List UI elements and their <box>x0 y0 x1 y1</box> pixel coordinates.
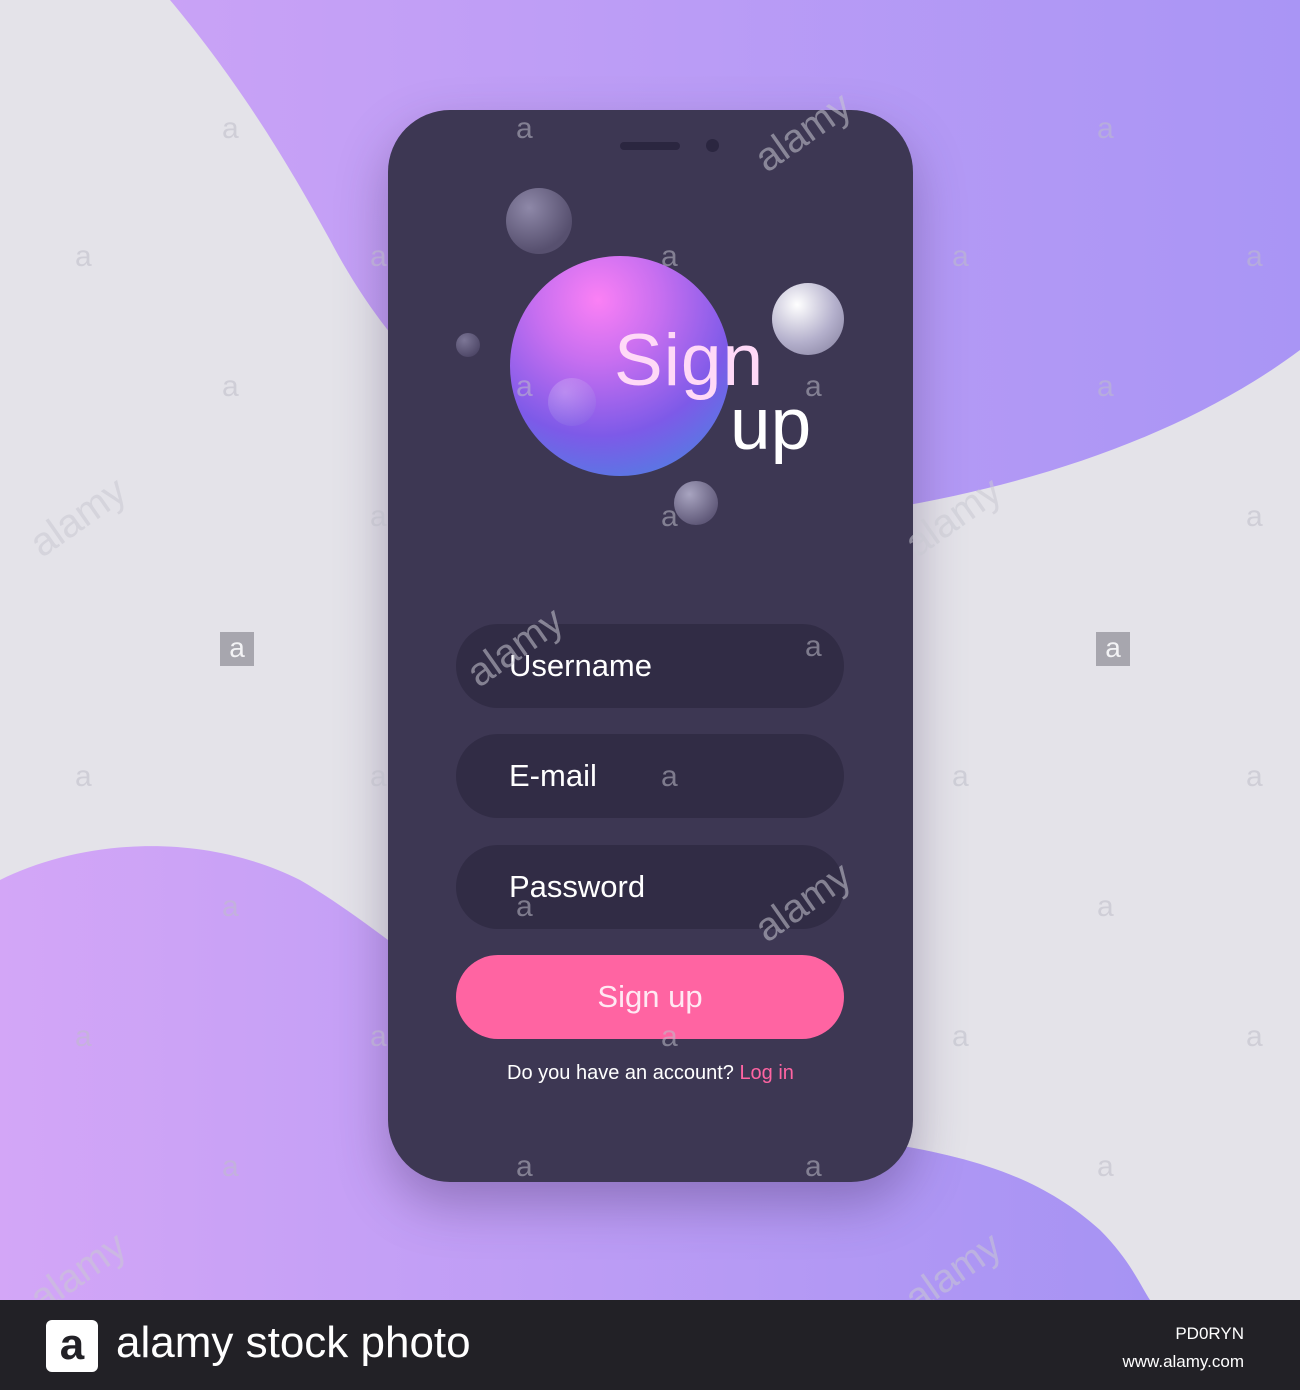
watermark-letter: a <box>1097 1150 1114 1183</box>
watermark-logo: a <box>1096 632 1130 666</box>
sign-up-button[interactable]: Sign up <box>456 955 844 1039</box>
stock-brand-text: alamy stock photo <box>116 1318 471 1367</box>
decor-sphere <box>674 481 718 525</box>
watermark-letter: a <box>661 1020 678 1053</box>
stock-footer-bar: a alamy stock photo PD0RYN www.alamy.com <box>0 1300 1300 1390</box>
decor-sphere <box>548 378 596 426</box>
watermark-letter: a <box>222 1150 239 1183</box>
watermark-letter: a <box>75 240 92 273</box>
decor-sphere <box>772 283 844 355</box>
watermark-letter: a <box>370 760 387 793</box>
watermark-letter: a <box>661 240 678 273</box>
watermark-letter: a <box>805 370 822 403</box>
watermark-letter: a <box>75 1020 92 1053</box>
watermark-letter: a <box>222 370 239 403</box>
watermark-letter: a <box>75 760 92 793</box>
account-question: Do you have an account? <box>507 1062 734 1084</box>
watermark-letter: a <box>222 112 239 145</box>
watermark-letter: a <box>661 760 678 793</box>
watermark-letter: a <box>370 240 387 273</box>
watermark-letter: a <box>516 112 533 145</box>
page-title-second-line: up <box>730 384 812 465</box>
watermark-letter: a <box>1097 890 1114 923</box>
watermark-letter: a <box>516 890 533 923</box>
watermark-letter: a <box>516 370 533 403</box>
image-id: PD0RYN <box>1175 1324 1244 1343</box>
phone-mockup: Sign up Sign up Do you have an account? … <box>388 110 913 1182</box>
watermark-letter: a <box>1246 500 1263 533</box>
watermark-letter: a <box>661 500 678 533</box>
watermark-letter: a <box>952 1020 969 1053</box>
watermark-letter: a <box>1246 1020 1263 1053</box>
watermark-letter: a <box>805 1150 822 1183</box>
email-input[interactable] <box>456 734 844 818</box>
watermark-logo: a <box>220 632 254 666</box>
watermark-letter: a <box>1246 760 1263 793</box>
watermark-letter: a <box>222 890 239 923</box>
phone-speaker <box>620 142 680 150</box>
account-prompt: Do you have an account? Log in <box>388 1062 913 1085</box>
watermark-letter: a <box>370 500 387 533</box>
stock-url: www.alamy.com <box>1122 1352 1244 1371</box>
watermark-letter: a <box>952 240 969 273</box>
watermark-letter: a <box>516 1150 533 1183</box>
watermark-letter: a <box>805 630 822 663</box>
watermark-letter: a <box>370 1020 387 1053</box>
login-link[interactable]: Log in <box>739 1062 794 1084</box>
camera-icon <box>706 139 719 152</box>
watermark-letter: a <box>952 760 969 793</box>
decor-sphere <box>506 188 572 254</box>
watermark-letter: a <box>1246 240 1263 273</box>
decor-sphere <box>456 333 480 357</box>
watermark-letter: a <box>1097 112 1114 145</box>
alamy-logo-icon: a <box>46 1320 98 1372</box>
watermark-letter: a <box>1097 370 1114 403</box>
